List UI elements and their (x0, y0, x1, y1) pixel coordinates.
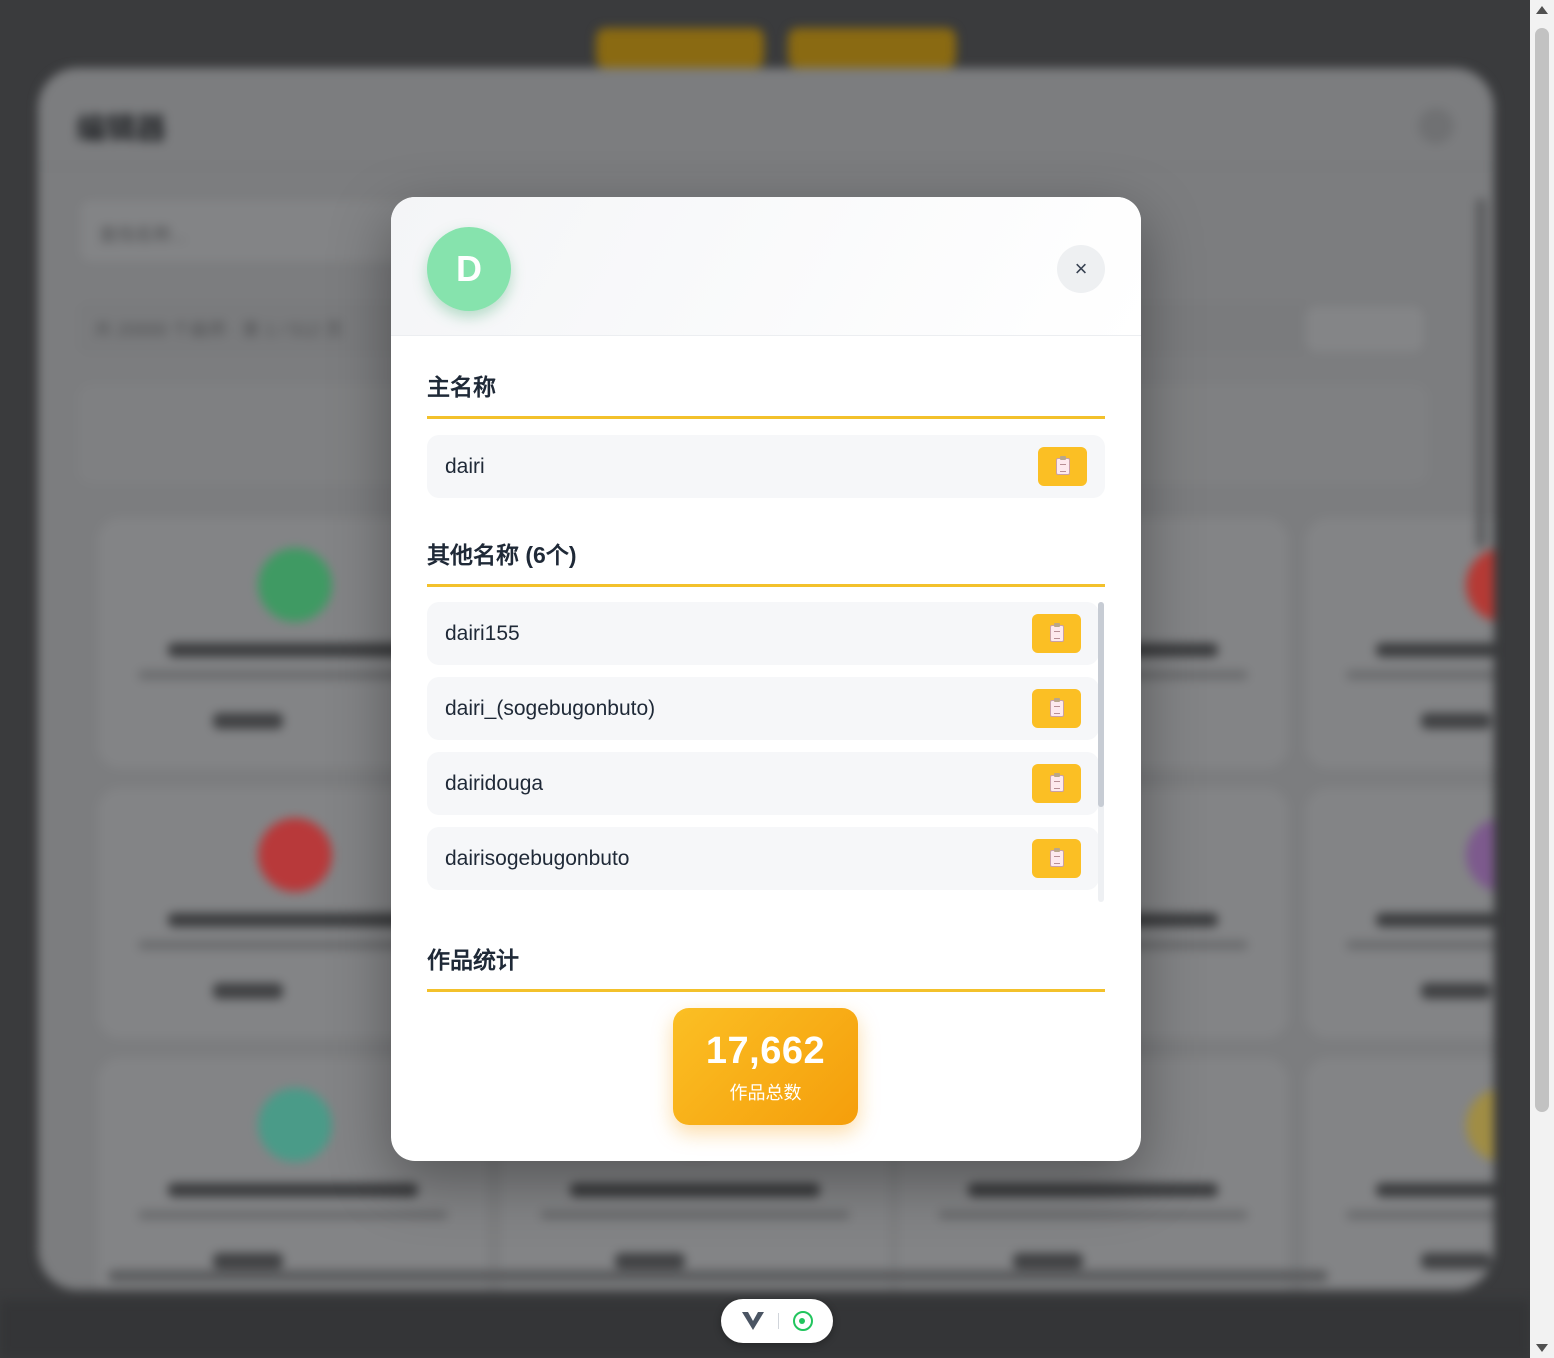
list-item: dairidouga (427, 752, 1099, 815)
other-names-list[interactable]: dairi155 dairi_(sogebugonbuto) dairidoug… (427, 602, 1105, 902)
copy-main-name-button[interactable] (1038, 447, 1087, 486)
other-names-scrollbar-thumb[interactable] (1098, 602, 1104, 807)
other-names-scrollbar[interactable] (1098, 602, 1104, 902)
background-tab (788, 28, 956, 68)
background-filter-button (1306, 306, 1424, 352)
copy-name-button[interactable] (1032, 614, 1081, 653)
background-artist-card (1306, 518, 1494, 768)
background-horizontal-scrollbar (108, 1270, 1328, 1282)
background-top-tabs (596, 28, 956, 68)
background-close-icon (1418, 108, 1454, 144)
other-name-text: dairisogebugonbuto (445, 846, 630, 870)
close-icon: × (1074, 256, 1088, 281)
total-works-value: 17,662 (705, 1030, 826, 1072)
toolbar-divider (777, 1313, 779, 1329)
list-item: dairisogebugonbuto (427, 827, 1099, 890)
clipboard-icon (1049, 698, 1064, 717)
copy-name-button[interactable] (1032, 839, 1081, 878)
close-button[interactable]: × (1057, 245, 1105, 293)
artist-detail-modal: D × 主名称 dairi 其他名称 (6个) dairi155 dairi_(… (391, 197, 1141, 1161)
clipboard-icon (1049, 848, 1064, 867)
page-scrollbar[interactable] (1530, 0, 1554, 1358)
background-artist-card (1306, 788, 1494, 1038)
background-vertical-scrollbar (1476, 198, 1486, 548)
background-artist-card (1306, 1058, 1494, 1290)
background-divider (38, 166, 1494, 167)
total-works-label: 作品总数 (729, 1083, 802, 1103)
other-name-text: dairidouga (445, 771, 544, 795)
main-name-heading: 主名称 (427, 368, 1105, 419)
list-item: dairi_(sogebugonbuto) (427, 677, 1099, 740)
stats-heading: 作品统计 (427, 941, 1105, 992)
total-works-card: 17,662 作品总数 (673, 1008, 858, 1125)
dev-toolbar (721, 1299, 833, 1343)
background-panel-title: 编辑器 (76, 113, 166, 146)
scrollbar-thumb[interactable] (1535, 28, 1549, 1112)
list-item: dairi155 (427, 602, 1099, 665)
clipboard-icon (1049, 623, 1064, 642)
clipboard-icon (1049, 773, 1064, 792)
target-icon[interactable] (792, 1311, 813, 1331)
clipboard-icon (1055, 456, 1070, 475)
copy-name-button[interactable] (1032, 689, 1081, 728)
copy-name-button[interactable] (1032, 764, 1081, 803)
main-name-text: dairi (445, 454, 485, 478)
scroll-up-icon[interactable] (1536, 6, 1548, 14)
background-tab (596, 28, 764, 68)
other-names-heading: 其他名称 (6个) (427, 536, 1105, 587)
other-name-text: dairi155 (445, 621, 520, 645)
other-name-text: dairi_(sogebugonbuto) (445, 696, 656, 720)
main-name-row: dairi (427, 435, 1105, 498)
avatar: D (427, 227, 511, 311)
modal-header: D × (391, 197, 1141, 336)
scroll-down-icon[interactable] (1536, 1344, 1548, 1352)
vue-icon[interactable] (741, 1312, 764, 1330)
